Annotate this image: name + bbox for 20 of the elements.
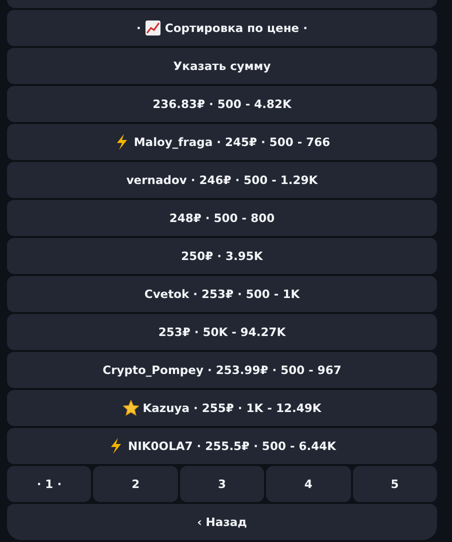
keyboard-button[interactable]: Kazuya · 255₽ · 1K - 12.49K	[7, 390, 437, 426]
keyboard-button[interactable]: Crypto_Pompey · 253.99₽ · 500 - 967	[7, 352, 437, 388]
keyboard-button[interactable]: Cvetok · 253₽ · 500 - 1K	[7, 276, 437, 312]
chart-icon	[144, 20, 161, 36]
keyboard-button[interactable]: Указать сумму	[7, 48, 437, 84]
page-button[interactable]: · 1 ·	[7, 466, 92, 502]
page-button[interactable]: 2	[93, 466, 178, 502]
page-button[interactable]: 3	[180, 466, 264, 502]
keyboard-button[interactable]: NIK0OLA7 · 255.5₽ · 500 - 6.44K	[7, 428, 437, 464]
page-button[interactable]: 4	[266, 466, 351, 502]
keyboard-button[interactable]: · Сортировка по цене ·	[7, 10, 437, 46]
keyboard-button[interactable]: 248₽ · 500 - 800	[7, 200, 437, 236]
keyboard-button[interactable]: vernadov · 246₽ · 500 - 1.29K	[7, 162, 437, 198]
star-icon	[122, 400, 139, 416]
page-button[interactable]: 5	[352, 466, 437, 502]
back-button[interactable]: ‹ Назад	[7, 504, 437, 540]
keyboard-button[interactable]: Maloy_fraga · 245₽ · 500 - 766	[7, 124, 437, 160]
keyboard-button[interactable]: 236.83₽ · 500 - 4.82K	[7, 86, 437, 122]
keyboard-button[interactable]: 253₽ · 50K - 94.27K	[7, 314, 437, 350]
keyboard-button[interactable]: 250₽ · 3.95K	[7, 238, 437, 274]
